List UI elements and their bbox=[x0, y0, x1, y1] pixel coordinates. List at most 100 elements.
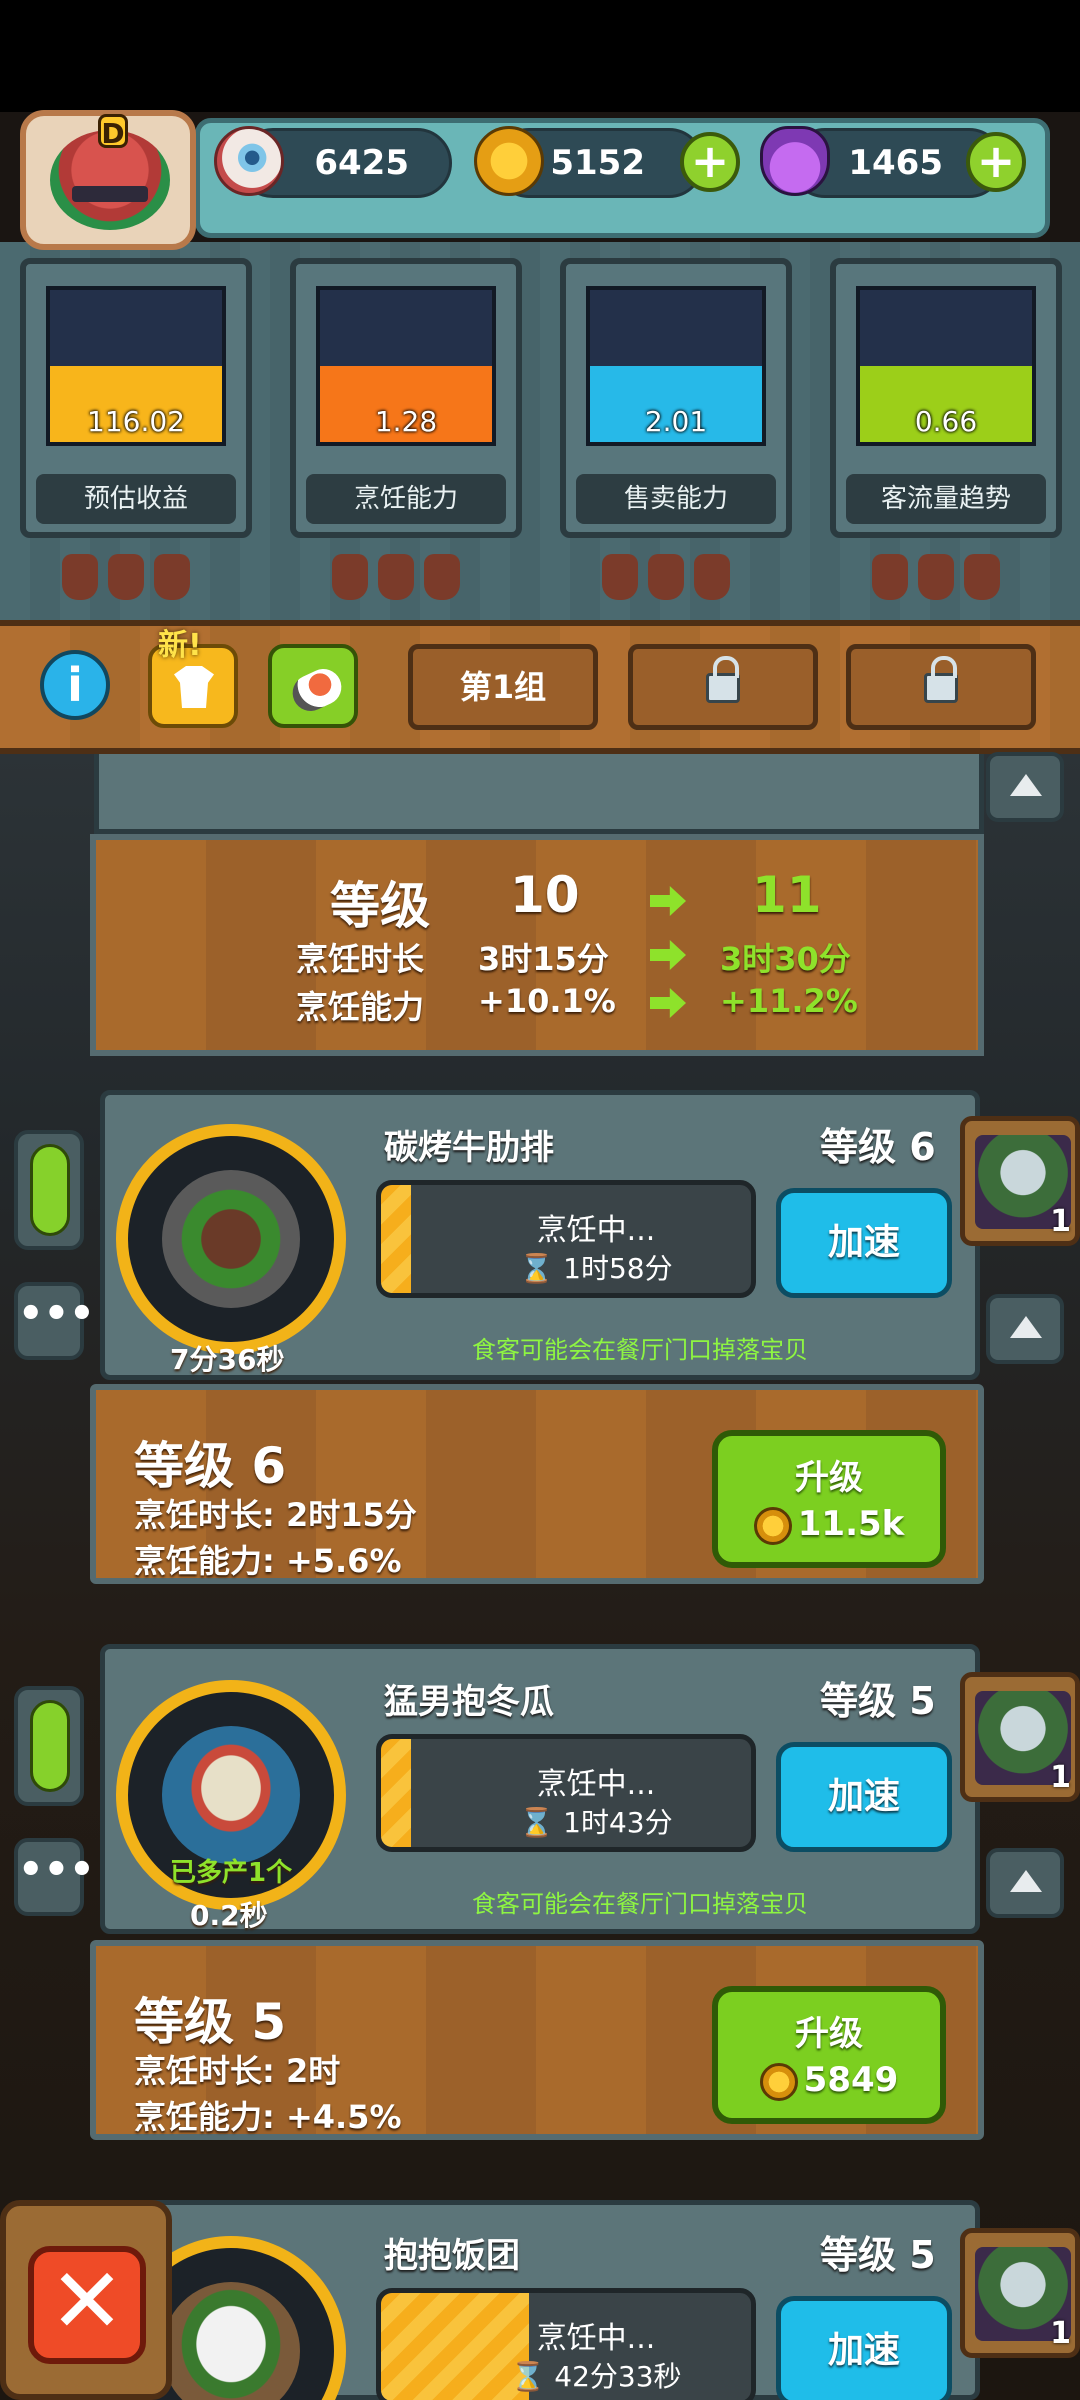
more-options-button[interactable]: ••• bbox=[14, 1282, 95, 1360]
auto-toggle[interactable] bbox=[14, 1130, 84, 1250]
chef-count: 1 bbox=[1050, 1760, 1071, 1795]
add-potions-button[interactable]: + bbox=[966, 132, 1026, 192]
new-badge: 新! bbox=[158, 628, 202, 663]
info-button[interactable]: i bbox=[40, 650, 110, 720]
coin-count: 5152 bbox=[550, 143, 645, 183]
dish-level: 等级 6 bbox=[820, 1125, 936, 1169]
dish-level: 等级 5 bbox=[820, 2233, 936, 2277]
cooking-progress: 烹饪中... ⌛ 1时58分 bbox=[376, 1180, 756, 1298]
speed-up-button[interactable]: 加速 bbox=[776, 1188, 952, 1298]
restaurant-avatar[interactable]: D bbox=[20, 110, 196, 250]
detail-time: 烹饪时长: 2时15分 bbox=[134, 1496, 417, 1534]
preview-time-label: 烹饪时长 bbox=[296, 940, 425, 978]
speed-up-button[interactable]: 加速 bbox=[776, 2296, 952, 2400]
preview-time-from: 3时15分 bbox=[478, 940, 609, 978]
toggle-switch bbox=[30, 1700, 70, 1792]
tab-group-1[interactable]: 第1组 bbox=[408, 644, 598, 730]
more-options-button[interactable]: ••• bbox=[14, 1838, 95, 1916]
stat-tank-selling[interactable]: 2.01 售卖能力 bbox=[560, 258, 792, 600]
status-bar bbox=[0, 0, 1080, 112]
stat-label: 烹饪能力 bbox=[306, 474, 506, 524]
tab-group-locked-2[interactable] bbox=[846, 644, 1036, 730]
coin-icon bbox=[753, 1506, 792, 1545]
stat-tank-cooking[interactable]: 1.28 烹饪能力 bbox=[290, 258, 522, 600]
eyeball-count: 6425 bbox=[314, 143, 409, 183]
upgrade-button[interactable]: 升级 11.5k bbox=[712, 1430, 946, 1568]
extra-production: 已多产1个 bbox=[170, 1858, 293, 1888]
upgrade-price: 11.5k bbox=[718, 1504, 940, 1545]
melon-dish-icon bbox=[162, 1726, 300, 1864]
tank-legs bbox=[62, 554, 212, 604]
dish-name: 抱抱饭团 bbox=[384, 2236, 520, 2276]
stat-value: 1.28 bbox=[374, 405, 438, 438]
preview-level-from: 10 bbox=[510, 866, 580, 924]
close-button[interactable]: ✕ bbox=[0, 2200, 172, 2400]
chef-card[interactable]: 1 bbox=[960, 1672, 1080, 1802]
collapse-arrow-icon[interactable] bbox=[986, 1848, 1064, 1918]
lock-icon bbox=[706, 656, 740, 703]
tab-group-locked-1[interactable] bbox=[628, 644, 818, 730]
drop-tip: 食客可能会在餐厅门口掉落宝贝 bbox=[472, 1336, 808, 1364]
potion-count: 1465 bbox=[848, 143, 943, 183]
avatar-teeth bbox=[72, 186, 148, 202]
time-remaining: ⌛ 1时43分 bbox=[519, 1806, 673, 1839]
collapse-arrow-icon[interactable] bbox=[986, 752, 1064, 822]
chef-card[interactable]: 1 bbox=[960, 2228, 1080, 2358]
coin-icon bbox=[759, 2062, 798, 2101]
cooking-status: 烹饪中... bbox=[536, 1213, 656, 1248]
stat-tank-traffic[interactable]: 0.66 客流量趋势 bbox=[830, 258, 1062, 600]
dish-name: 猛男抱冬瓜 bbox=[384, 1682, 554, 1722]
sushi-icon bbox=[286, 663, 348, 717]
collapse-arrow-icon[interactable] bbox=[986, 1294, 1064, 1364]
stat-tank-revenue[interactable]: 116.02 预估收益 bbox=[20, 258, 252, 600]
ring-countdown: 0.2秒 bbox=[190, 1899, 268, 1932]
detail-ability: 烹饪能力: +5.6% bbox=[134, 1542, 402, 1580]
cooking-timer-ring[interactable] bbox=[116, 1124, 346, 1354]
beef-ribs-dish-icon bbox=[162, 1170, 300, 1308]
potion-icon bbox=[760, 126, 830, 196]
add-coins-button[interactable]: + bbox=[680, 132, 740, 192]
chef-card[interactable]: 1 bbox=[960, 1116, 1080, 1246]
summary-panel-header bbox=[94, 754, 984, 834]
speed-up-button[interactable]: 加速 bbox=[776, 1742, 952, 1852]
stat-value: 2.01 bbox=[644, 405, 708, 438]
tank-glass: 1.28 bbox=[316, 286, 496, 446]
upgrade-price: 5849 bbox=[718, 2060, 940, 2101]
auto-toggle[interactable] bbox=[14, 1686, 84, 1806]
detail-level: 等级 5 bbox=[134, 1993, 287, 2051]
recipe-book-button[interactable] bbox=[268, 644, 358, 728]
upgrade-label: 升级 bbox=[795, 1458, 863, 1498]
stat-value: 116.02 bbox=[87, 405, 185, 438]
preview-ability-from: +10.1% bbox=[478, 982, 616, 1020]
coin-icon bbox=[474, 126, 544, 196]
preview-ability-to: +11.2% bbox=[720, 982, 858, 1020]
tank-legs bbox=[872, 554, 1022, 604]
cooking-progress: 烹饪中... ⌛ 1时43分 bbox=[376, 1734, 756, 1852]
preview-ability-label: 烹饪能力 bbox=[296, 988, 425, 1026]
upgrade-label: 升级 bbox=[795, 2014, 863, 2054]
dish-level: 等级 5 bbox=[820, 1679, 936, 1723]
lock-icon bbox=[924, 656, 958, 703]
preview-level-label: 等级 bbox=[330, 877, 430, 935]
shirt-icon bbox=[174, 666, 214, 708]
avatar-grade: D bbox=[98, 114, 128, 150]
stat-label: 预估收益 bbox=[36, 474, 236, 524]
cooking-progress: 烹饪中... ⌛ 42分33秒 bbox=[376, 2288, 756, 2400]
chef-count: 1 bbox=[1050, 1204, 1071, 1239]
upgrade-button[interactable]: 升级 5849 bbox=[712, 1986, 946, 2124]
tank-legs bbox=[332, 554, 482, 604]
eyeball-icon bbox=[214, 126, 284, 196]
progress-fill bbox=[381, 1739, 411, 1847]
stat-label: 售卖能力 bbox=[576, 474, 776, 524]
detail-level: 等级 6 bbox=[134, 1437, 287, 1495]
progress-fill bbox=[381, 1185, 411, 1293]
ring-countdown: 7分36秒 bbox=[170, 1343, 285, 1376]
riceball-dish-icon bbox=[162, 2282, 300, 2400]
tank-glass: 2.01 bbox=[586, 286, 766, 446]
stat-value: 0.66 bbox=[914, 405, 978, 438]
close-icon: ✕ bbox=[28, 2246, 146, 2364]
chef-count: 1 bbox=[1050, 2316, 1071, 2351]
cooking-status: 烹饪中... bbox=[536, 1767, 656, 1802]
drop-tip: 食客可能会在餐厅门口掉落宝贝 bbox=[472, 1890, 808, 1918]
detail-ability: 烹饪能力: +4.5% bbox=[134, 2098, 402, 2136]
